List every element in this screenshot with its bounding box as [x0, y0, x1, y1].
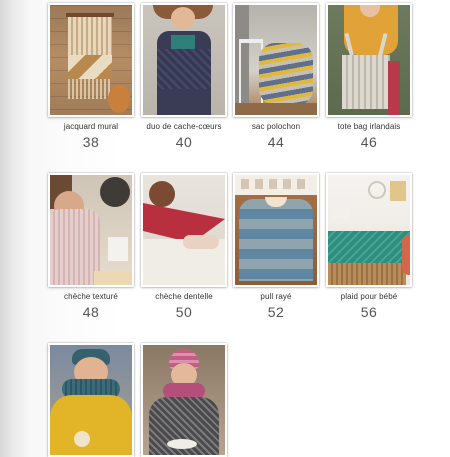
pattern-title: plaid pour bébé [340, 292, 398, 301]
pattern-page-number: 38 [82, 134, 100, 150]
textured-scarf-photo [48, 173, 134, 287]
pattern-page-number: 52 [267, 304, 285, 320]
pattern-title: sac polochon [251, 122, 301, 131]
pattern-card[interactable] [141, 343, 233, 457]
headband-cowl-photo [48, 343, 134, 457]
tote-bag-photo [326, 3, 412, 117]
beanie-cowl-photo [141, 343, 227, 457]
bucket-bag-photo [233, 3, 319, 117]
pattern-page-number: 46 [360, 134, 378, 150]
pattern-card[interactable]: plaid pour bébé 56 [326, 173, 418, 320]
pattern-page-number: 56 [360, 304, 378, 320]
pattern-page-number: 44 [267, 134, 285, 150]
pattern-page-number: 40 [175, 134, 193, 150]
baby-blanket-photo [326, 173, 412, 287]
pattern-title: chèche texturé [64, 292, 118, 301]
pattern-card[interactable]: chèche texturé 48 [48, 173, 140, 320]
pattern-card[interactable]: sac polochon 44 [233, 3, 325, 150]
pattern-title: pull rayé [260, 292, 292, 301]
lace-scarf-photo [141, 173, 227, 287]
wall-hanging-photo [48, 3, 134, 117]
wrap-cardigan-photo [141, 3, 227, 117]
pattern-card[interactable]: pull rayé 52 [233, 173, 325, 320]
pattern-card[interactable]: chèche dentelle 50 [141, 173, 233, 320]
pattern-title: jacquard mural [63, 122, 119, 131]
pattern-card[interactable]: tote bag irlandais 46 [326, 3, 418, 150]
pattern-title: chèche dentelle [155, 292, 213, 301]
pattern-page-number: 48 [82, 304, 100, 320]
pattern-title: tote bag irlandais [337, 122, 401, 131]
pattern-card[interactable]: duo de cache-cœurs 40 [141, 3, 233, 150]
pattern-card[interactable]: jacquard mural 38 [48, 3, 140, 150]
pattern-card[interactable] [48, 343, 140, 457]
pattern-title: duo de cache-cœurs [146, 122, 222, 131]
striped-sweater-photo [233, 173, 319, 287]
pattern-page-number: 50 [175, 304, 193, 320]
